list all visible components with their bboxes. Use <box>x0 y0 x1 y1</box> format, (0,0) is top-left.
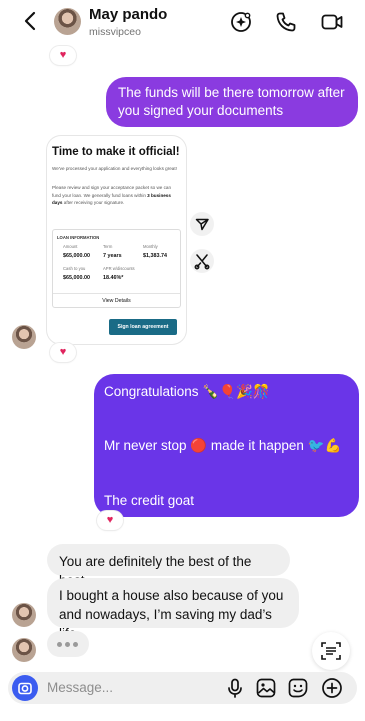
monthly-value: $1,383.74 <box>143 253 167 259</box>
contact-name[interactable]: May pando <box>89 6 167 23</box>
cash-value: $65,000.00 <box>63 275 90 281</box>
message-text: I bought a house also because of you and… <box>59 588 284 641</box>
scan-text-button[interactable] <box>312 632 350 670</box>
heart-reaction[interactable]: ♥ <box>50 343 76 362</box>
apr-value: 18.46%* <box>103 275 124 281</box>
avatar[interactable] <box>54 8 81 35</box>
incoming-message[interactable]: You are definitely the best of the best <box>47 544 290 588</box>
outgoing-message[interactable]: Congratulations 🍾🎈🎉🎊 Mr never stop 🔴 mad… <box>94 374 359 517</box>
heart-reaction[interactable]: ♥ <box>50 46 76 65</box>
message-line: Congratulations 🍾🎈🎉🎊 <box>104 383 349 401</box>
cash-label: Cash to you <box>63 266 86 271</box>
card-paragraph: Please review and sign your acceptance p… <box>52 184 180 207</box>
message-composer: Message... <box>8 672 357 704</box>
sign-loan-agreement-button[interactable]: Sign loan agreement <box>109 319 177 335</box>
remix-button[interactable] <box>190 249 214 273</box>
message-line: The credit goat <box>104 492 349 510</box>
message-text: made it happen <box>210 438 304 453</box>
shared-loan-card[interactable]: Time to make it official! We've processe… <box>47 136 186 344</box>
message-input[interactable]: Message... <box>47 680 113 695</box>
camera-button[interactable] <box>12 675 38 701</box>
contact-username[interactable]: missvipceo <box>89 26 141 38</box>
loan-info-label: LOAN INFORMATION <box>57 235 100 240</box>
emoji-text: 🐦💪 <box>307 438 342 454</box>
view-details-link[interactable]: View Details <box>53 293 180 308</box>
monthly-label: Monthly <box>143 244 158 249</box>
outgoing-message[interactable]: The funds will be there tomorrow after y… <box>106 77 358 127</box>
typing-dot <box>73 642 78 647</box>
card-paragraph: We've processed your application and eve… <box>52 166 177 171</box>
microphone-icon[interactable] <box>224 677 246 699</box>
message-line: Mr never stop 🔴 made it happen 🐦💪 <box>104 437 349 455</box>
sender-avatar[interactable] <box>12 638 36 662</box>
typing-dot <box>65 642 70 647</box>
phone-icon[interactable] <box>274 10 298 34</box>
image-icon[interactable] <box>255 677 277 699</box>
heart-reaction[interactable]: ♥ <box>97 511 123 530</box>
emoji-text: 🍾🎈🎉🎊 <box>202 384 270 400</box>
sticker-icon[interactable] <box>287 677 309 699</box>
loan-information-box: LOAN INFORMATION Amount $65,000.00 Term … <box>52 229 181 308</box>
term-value: 7 years <box>103 253 122 259</box>
chat-header: May pando missvipceo <box>0 0 365 44</box>
ai-sparkle-icon[interactable] <box>229 10 253 34</box>
typing-indicator <box>47 631 89 657</box>
typing-dot <box>57 642 62 647</box>
scan-text-icon <box>321 642 341 660</box>
card-title: Time to make it official! <box>52 146 180 158</box>
term-label: Term <box>103 244 113 249</box>
back-arrow-icon[interactable] <box>20 10 42 32</box>
message-text: Mr never stop <box>104 438 187 453</box>
card-text: after receiving your signature. <box>62 200 125 205</box>
incoming-message[interactable]: I bought a house also because of you and… <box>47 578 299 641</box>
message-text: Congratulations <box>104 384 199 399</box>
amount-label: Amount <box>63 244 78 249</box>
share-button[interactable] <box>190 212 214 236</box>
apr-label: APR w/discounts <box>103 266 135 271</box>
remix-icon <box>194 254 210 270</box>
message-text: The funds will be there tomorrow after y… <box>118 85 345 118</box>
video-camera-icon[interactable] <box>320 10 344 34</box>
sender-avatar[interactable] <box>12 325 36 349</box>
amount-value: $65,000.00 <box>63 253 90 259</box>
camera-icon <box>18 682 32 695</box>
sender-avatar[interactable] <box>12 603 36 627</box>
share-icon <box>195 218 209 231</box>
emoji-text: 🔴 <box>190 438 208 454</box>
message-text: The credit goat <box>104 493 195 508</box>
plus-icon[interactable] <box>321 677 343 699</box>
